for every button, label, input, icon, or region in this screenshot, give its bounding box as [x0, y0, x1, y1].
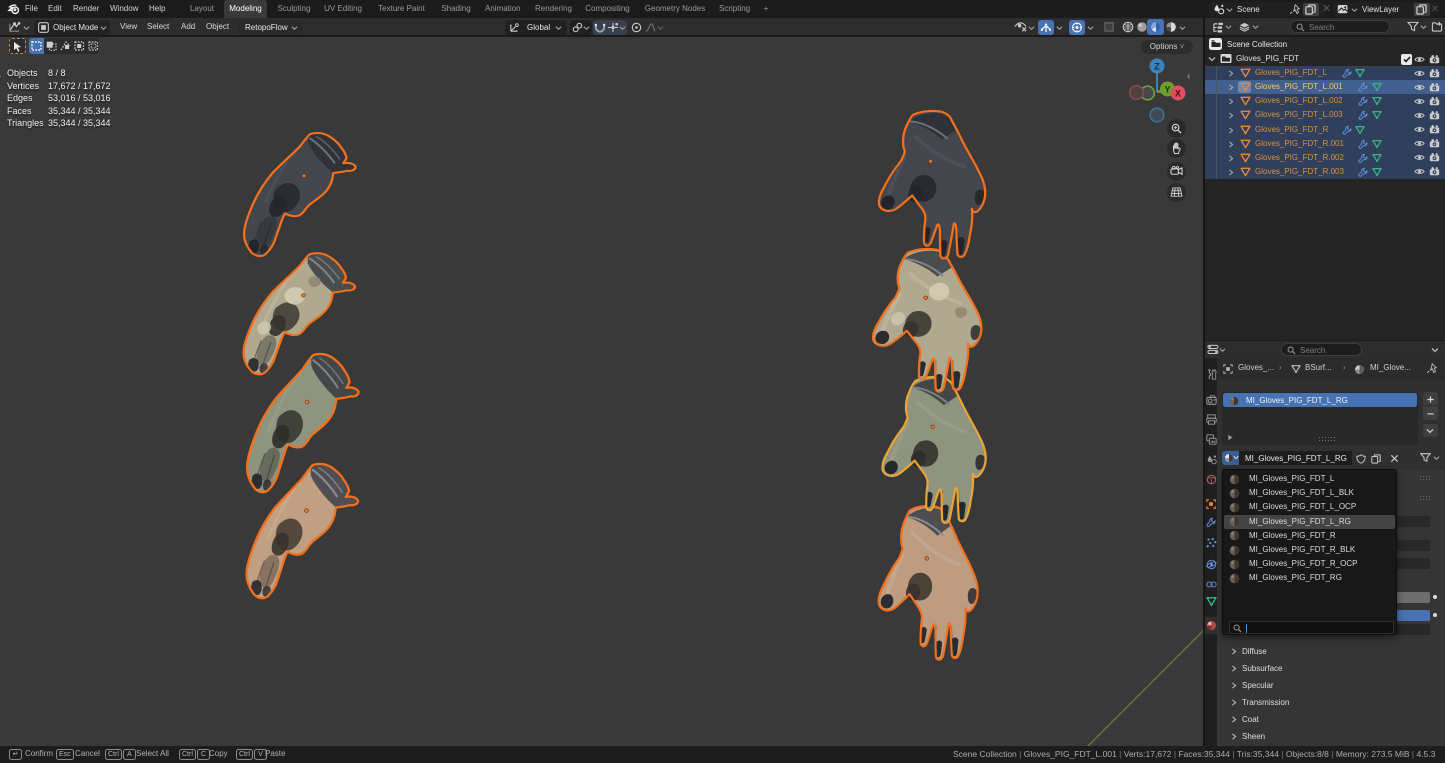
svg-text:Y: Y: [1164, 85, 1170, 95]
svg-text:X: X: [1175, 89, 1181, 99]
svg-text:Z: Z: [1154, 62, 1160, 72]
